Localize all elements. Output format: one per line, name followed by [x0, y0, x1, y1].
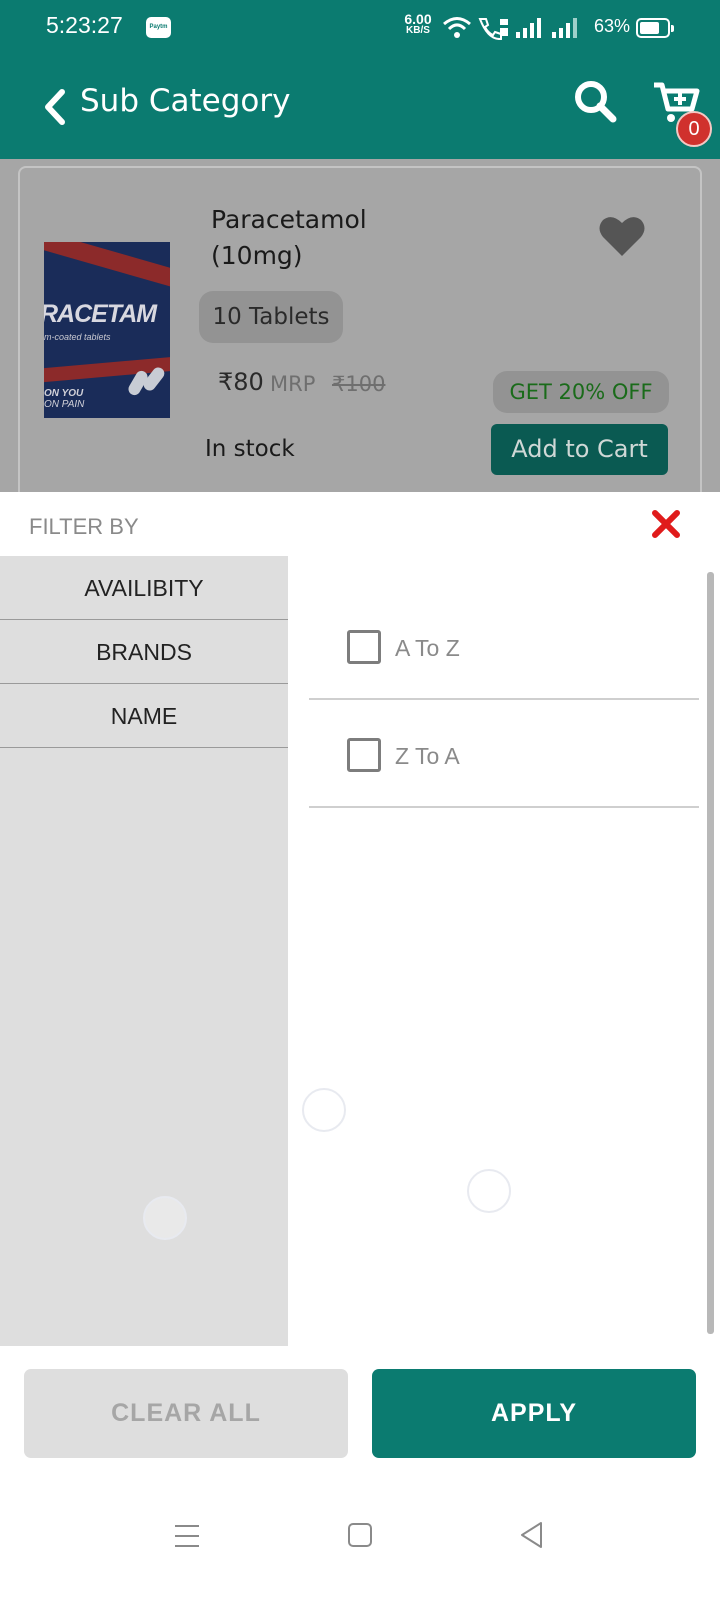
product-image: RACETAM m-coated tablets ON YOU ON PAIN [44, 242, 170, 418]
status-time: 5:23:27 [46, 12, 123, 38]
cart-count-badge: 0 [676, 111, 712, 147]
apply-button[interactable]: APPLY [372, 1369, 696, 1458]
filter-option-row[interactable]: A To Z [309, 592, 699, 700]
filter-category-name[interactable]: NAME [0, 684, 288, 748]
status-bar: 5:23:27 Paytm 6.00 KB/S 63% [0, 0, 720, 55]
volte-call-icon [478, 18, 508, 40]
product-name-line: (10mg) [211, 241, 303, 270]
pack-size-chip[interactable]: 10 Tablets [199, 291, 343, 343]
filter-option-row[interactable]: Z To A [309, 700, 699, 808]
product-price: ₹80 [218, 368, 264, 396]
discount-badge: GET 20% OFF [493, 371, 669, 413]
signal-icon [552, 18, 577, 38]
page-title: Sub Category [80, 83, 291, 119]
checkbox[interactable] [347, 630, 381, 664]
touch-ripple [302, 1088, 346, 1132]
mrp-label: MRP [270, 372, 316, 396]
touch-ripple [143, 1196, 187, 1240]
filter-category-availability[interactable]: AVAILIBITY [0, 556, 288, 620]
product-image-tag-text: ON PAIN [44, 399, 85, 410]
scrollbar[interactable] [707, 572, 714, 1334]
wifi-icon [443, 17, 471, 38]
heart-icon[interactable] [598, 214, 646, 258]
paytm-notification-icon: Paytm [146, 17, 171, 38]
network-speed-value: 6.00 [404, 11, 432, 27]
filter-option-label: A To Z [395, 635, 460, 661]
back-icon[interactable] [40, 87, 70, 127]
search-icon[interactable] [572, 78, 618, 124]
product-image-tag-text: ON YOU [44, 388, 84, 399]
battery-icon [636, 18, 674, 38]
home-icon[interactable] [347, 1522, 373, 1548]
filter-sheet: FILTER BY AVAILIBITY BRANDS NAME A To Z … [0, 492, 720, 1600]
product-name[interactable]: Paracetamol (10mg) [211, 202, 367, 274]
app-bar: Sub Category 0 [0, 55, 720, 159]
network-speed: 6.00 KB/S [400, 11, 436, 37]
battery-percent: 63% [594, 16, 631, 36]
close-icon[interactable] [650, 508, 682, 540]
product-card[interactable]: RACETAM m-coated tablets ON YOU ON PAIN … [18, 166, 702, 492]
checkbox[interactable] [347, 738, 381, 772]
filter-title: FILTER BY [29, 514, 139, 539]
clear-all-button[interactable]: CLEAR ALL [24, 1369, 348, 1458]
touch-ripple [467, 1169, 511, 1213]
filter-category-brands[interactable]: BRANDS [0, 620, 288, 684]
mrp-value: ₹100 [332, 372, 386, 396]
filter-options-panel: A To Z Z To A [288, 556, 720, 1346]
product-list-overlay: RACETAM m-coated tablets ON YOU ON PAIN … [0, 159, 720, 492]
product-image-brand-text: RACETAM [44, 300, 157, 328]
product-image-sub-text: m-coated tablets [44, 332, 111, 342]
signal-icon [516, 18, 541, 38]
back-nav-icon[interactable] [519, 1520, 545, 1550]
filter-option-label: Z To A [395, 743, 460, 769]
add-to-cart-button[interactable]: Add to Cart [491, 424, 668, 475]
menu-icon[interactable] [174, 1524, 200, 1548]
stock-status: In stock [205, 436, 295, 462]
filter-category-list: AVAILIBITY BRANDS NAME [0, 556, 288, 1346]
product-name-line: Paracetamol [211, 205, 367, 234]
